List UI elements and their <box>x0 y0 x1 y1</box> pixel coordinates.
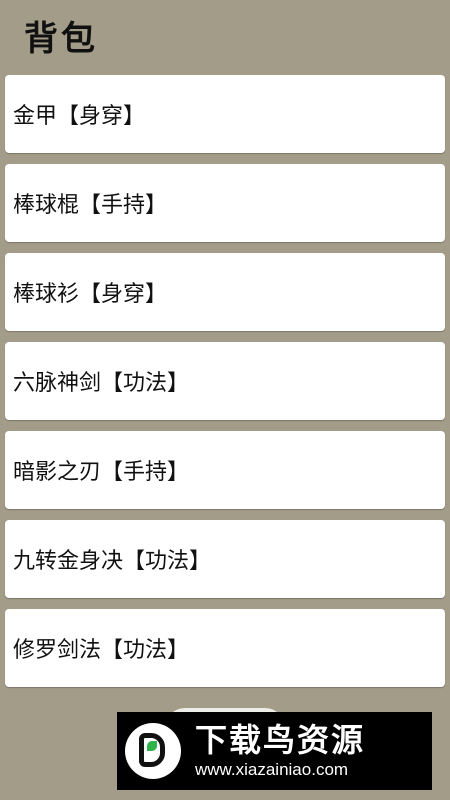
inventory-list: 金甲【身穿】 棒球棍【手持】 棒球衫【身穿】 六脉神剑【功法】 暗影之刃【手持】… <box>5 75 445 698</box>
watermark-url: www.xiazainiao.com <box>195 760 349 779</box>
item-label: 九转金身决【功法】 <box>13 549 212 574</box>
watermark-text: 下载鸟资源 www.xiazainiao.com <box>195 721 365 781</box>
bird-logo-icon <box>125 723 181 779</box>
list-item[interactable]: 修罗剑法【功法】 <box>5 609 445 687</box>
item-label: 修罗剑法【功法】 <box>13 638 190 663</box>
list-item[interactable]: 九转金身决【功法】 <box>5 520 445 598</box>
item-label: 暗影之刃【手持】 <box>13 460 190 485</box>
item-label: 金甲【身穿】 <box>13 104 146 129</box>
page-title: 背包 <box>24 19 98 59</box>
list-item[interactable]: 棒球棍【手持】 <box>5 164 445 242</box>
watermark-banner: 下载鸟资源 www.xiazainiao.com <box>117 712 432 790</box>
list-item[interactable]: 棒球衫【身穿】 <box>5 253 445 331</box>
list-item[interactable]: 金甲【身穿】 <box>5 75 445 153</box>
list-item[interactable]: 暗影之刃【手持】 <box>5 431 445 509</box>
item-label: 棒球棍【手持】 <box>13 193 168 218</box>
item-label: 六脉神剑【功法】 <box>13 371 190 396</box>
watermark-name: 下载鸟资源 <box>195 721 366 759</box>
item-label: 棒球衫【身穿】 <box>13 282 168 307</box>
list-item[interactable]: 六脉神剑【功法】 <box>5 342 445 420</box>
